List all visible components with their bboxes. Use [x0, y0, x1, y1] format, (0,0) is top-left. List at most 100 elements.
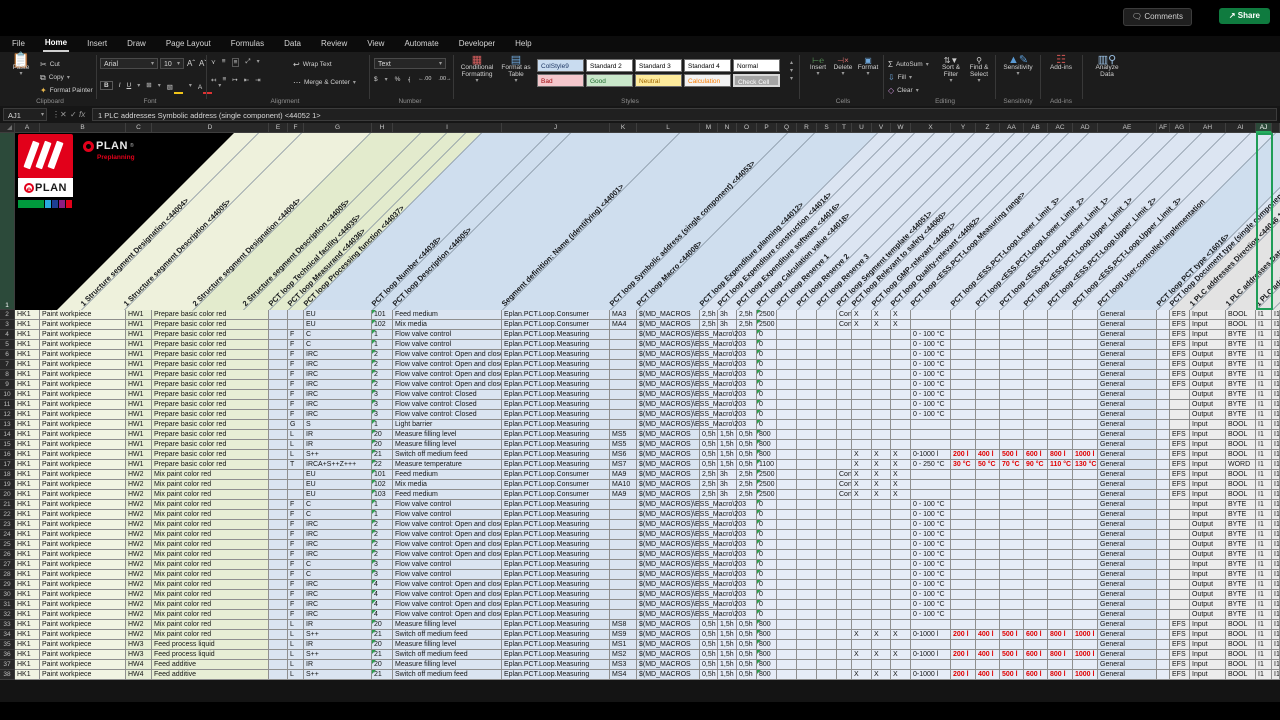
cell-C23[interactable]: HW2	[126, 520, 152, 530]
cell-AD30[interactable]	[1073, 590, 1098, 600]
cell-AJ34[interactable]: I1	[1256, 630, 1272, 640]
tab-developer[interactable]: Developer	[457, 37, 497, 51]
cell-D30[interactable]: Mix paint color red	[152, 590, 269, 600]
cell-X35[interactable]	[911, 640, 951, 650]
cell-AJ14[interactable]: I1	[1256, 430, 1272, 440]
cell-AH33[interactable]: Input	[1190, 620, 1226, 630]
cell-G36[interactable]: S++	[304, 650, 372, 660]
cell-K9[interactable]	[610, 380, 637, 390]
cell-Z37[interactable]	[976, 660, 1000, 670]
cell-G3[interactable]: EU	[304, 320, 372, 330]
cell-AI27[interactable]: BYTE	[1226, 560, 1256, 570]
cell-J19[interactable]: Eplan.PCT.Loop.Consumer	[502, 480, 610, 490]
cell-M35[interactable]: 0,5h	[700, 640, 718, 650]
row-header-3[interactable]: 3	[0, 320, 15, 330]
cell-T29[interactable]	[837, 580, 852, 590]
cell-Y16[interactable]: 200 l	[951, 450, 976, 460]
cell-AC16[interactable]: 800 l	[1048, 450, 1073, 460]
cell-AA29[interactable]	[1000, 580, 1024, 590]
cell-AE20[interactable]: General	[1098, 490, 1157, 500]
cell-E18[interactable]	[269, 470, 288, 480]
cell-AF18[interactable]	[1157, 470, 1170, 480]
cell-W23[interactable]	[891, 520, 911, 530]
cell-D35[interactable]: Feed process liquid	[152, 640, 269, 650]
cell-AG8[interactable]: EFS	[1170, 370, 1190, 380]
cell-E24[interactable]	[269, 530, 288, 540]
cell-Y30[interactable]	[951, 590, 976, 600]
cell-J31[interactable]: Eplan.PCT.Loop.Measuring	[502, 600, 610, 610]
cell-AI30[interactable]: BYTE	[1226, 590, 1256, 600]
cell-AA23[interactable]	[1000, 520, 1024, 530]
cell-C25[interactable]: HW2	[126, 540, 152, 550]
row-header-10[interactable]: 10	[0, 390, 15, 400]
cell-H27[interactable]: 3	[372, 560, 393, 570]
cell-AC37[interactable]	[1048, 660, 1073, 670]
column-header-M[interactable]: M	[700, 123, 718, 133]
cell-AD4[interactable]	[1073, 330, 1098, 340]
cell-AC21[interactable]	[1048, 500, 1073, 510]
cell-S12[interactable]	[817, 410, 837, 420]
borders-button[interactable]: ⊞	[146, 81, 151, 89]
cell-W2[interactable]: X	[891, 310, 911, 320]
underline-button[interactable]: U	[127, 82, 132, 89]
cell-AC7[interactable]	[1048, 360, 1073, 370]
cell-AC38[interactable]: 800 l	[1048, 670, 1073, 680]
cell-P9[interactable]: 0	[757, 380, 777, 390]
cell-AD9[interactable]	[1073, 380, 1098, 390]
cell-D37[interactable]: Feed additive	[152, 660, 269, 670]
cell-Q26[interactable]	[777, 550, 797, 560]
cell-C20[interactable]: HW2	[126, 490, 152, 500]
row-header-25[interactable]: 25	[0, 540, 15, 550]
cell-AA12[interactable]	[1000, 410, 1024, 420]
cell-O35[interactable]: 0,5h	[737, 640, 757, 650]
cell-L30[interactable]: $(MD_MACROS)\ESS_Macro\203	[637, 590, 700, 600]
cell-V16[interactable]: X	[872, 450, 891, 460]
cell-W20[interactable]: X	[891, 490, 911, 500]
cell-AE38[interactable]: General	[1098, 670, 1157, 680]
cell-I12[interactable]: Flow valve control: Closed	[393, 410, 502, 420]
cell-G26[interactable]: IRC	[304, 550, 372, 560]
cell-D15[interactable]: Prepare basic color red	[152, 440, 269, 450]
cell-AI13[interactable]: BOOL	[1226, 420, 1256, 430]
cell-V4[interactable]	[872, 330, 891, 340]
cell-F2[interactable]	[288, 310, 304, 320]
cell-G24[interactable]: IRC	[304, 530, 372, 540]
cell-G37[interactable]: IR	[304, 660, 372, 670]
row-header-6[interactable]: 6	[0, 350, 15, 360]
cell-D10[interactable]: Prepare basic color red	[152, 390, 269, 400]
cell-X31[interactable]: 0 - 100 °C	[911, 600, 951, 610]
cell-style-neutral[interactable]: Neutral	[635, 74, 682, 87]
row-header-2[interactable]: 2	[0, 310, 15, 320]
cell-C2[interactable]: HW1	[126, 310, 152, 320]
cell-Y19[interactable]	[951, 480, 976, 490]
cell-AJ30[interactable]: I1	[1256, 590, 1272, 600]
cell-W27[interactable]	[891, 560, 911, 570]
cell-S11[interactable]	[817, 400, 837, 410]
cell-style-check-cell[interactable]: Check Cell	[733, 74, 780, 87]
cell-Y20[interactable]	[951, 490, 976, 500]
comma-button[interactable]: ﴾	[407, 76, 411, 84]
cell-R26[interactable]	[797, 550, 817, 560]
cell-V27[interactable]	[872, 560, 891, 570]
cell-AK9[interactable]: I1	[1272, 380, 1280, 390]
cell-AI32[interactable]: BYTE	[1226, 610, 1256, 620]
cell-T21[interactable]	[837, 500, 852, 510]
cell-R25[interactable]	[797, 540, 817, 550]
cell-K38[interactable]: MS4	[610, 670, 637, 680]
cell-S3[interactable]	[817, 320, 837, 330]
cell-R33[interactable]	[797, 620, 817, 630]
cell-K28[interactable]	[610, 570, 637, 580]
cell-C26[interactable]: HW2	[126, 550, 152, 560]
cell-M37[interactable]: 0,5h	[700, 660, 718, 670]
cell-S32[interactable]	[817, 610, 837, 620]
cell-L13[interactable]: $(MD_MACROS)\ESS_Macro\203	[637, 420, 700, 430]
cell-U18[interactable]: X	[852, 470, 872, 480]
row-header-5[interactable]: 5	[0, 340, 15, 350]
cell-D29[interactable]: Mix paint color red	[152, 580, 269, 590]
cell-B32[interactable]: Paint workpiece	[40, 610, 126, 620]
cell-K25[interactable]	[610, 540, 637, 550]
cell-J27[interactable]: Eplan.PCT.Loop.Measuring	[502, 560, 610, 570]
cell-U33[interactable]	[852, 620, 872, 630]
cell-V6[interactable]	[872, 350, 891, 360]
cell-B23[interactable]: Paint workpiece	[40, 520, 126, 530]
